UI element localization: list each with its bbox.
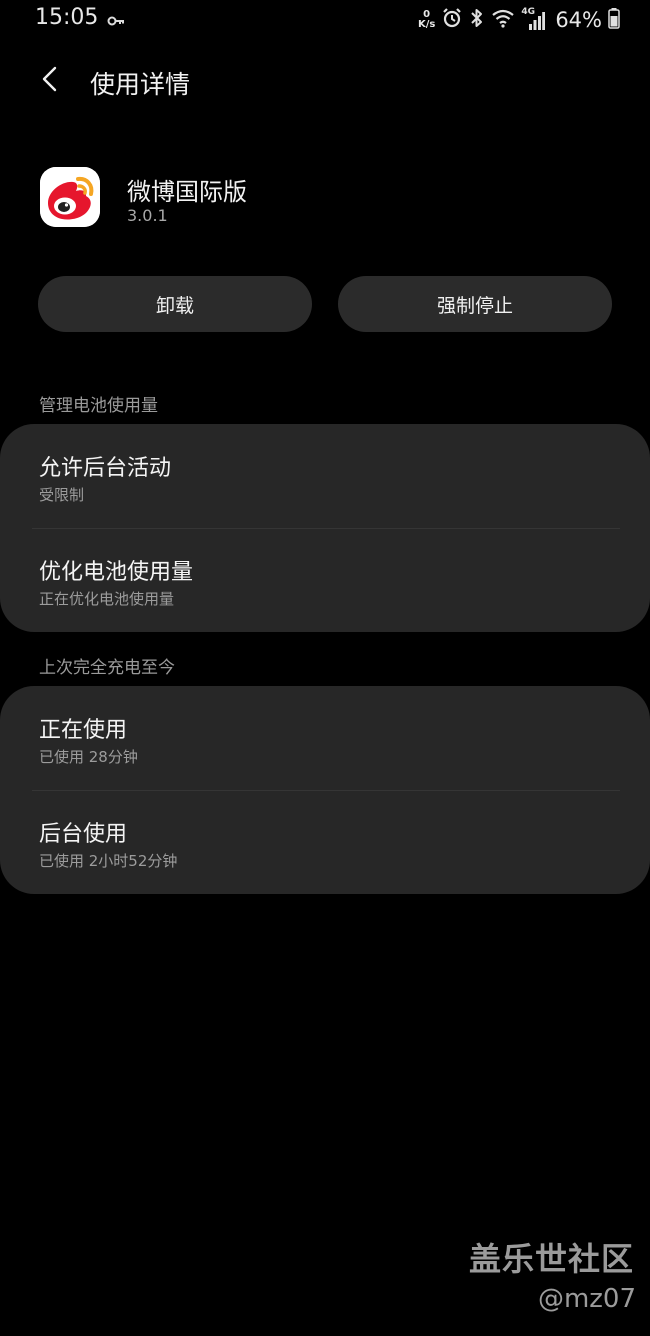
bluetooth-icon <box>469 7 485 33</box>
list-item-background-usage[interactable]: 后台使用 已使用 2小时52分钟 <box>0 790 650 894</box>
net-speed: 0 K/s <box>418 10 435 30</box>
usage-card: 正在使用 已使用 28分钟 后台使用 已使用 2小时52分钟 <box>0 686 650 894</box>
usage-section-header: 上次完全充电至今 <box>39 658 175 678</box>
item-subtitle: 正在优化电池使用量 <box>39 590 175 608</box>
back-button[interactable] <box>30 61 70 101</box>
item-subtitle: 已使用 2小时52分钟 <box>39 852 178 870</box>
key-icon <box>107 12 125 31</box>
uninstall-button[interactable]: 卸载 <box>38 276 312 332</box>
force-stop-button[interactable]: 强制停止 <box>338 276 612 332</box>
battery-section-header: 管理电池使用量 <box>39 396 158 416</box>
page-title: 使用详情 <box>90 70 191 99</box>
chevron-left-icon <box>40 65 60 97</box>
status-bar: 15:05 0 K/s 4G 64% <box>0 0 650 40</box>
status-time: 15:05 <box>35 5 99 30</box>
item-title: 优化电池使用量 <box>39 560 194 585</box>
battery-card: 允许后台活动 受限制 优化电池使用量 正在优化电池使用量 <box>0 424 650 632</box>
list-item-foreground-usage[interactable]: 正在使用 已使用 28分钟 <box>0 686 650 790</box>
status-icons: 0 K/s 4G 64% <box>418 6 620 34</box>
item-title: 允许后台活动 <box>39 456 172 481</box>
net-speed-unit: K/s <box>417 19 436 30</box>
item-title: 后台使用 <box>39 822 128 847</box>
battery-icon <box>608 7 620 33</box>
list-item-background-activity[interactable]: 允许后台活动 受限制 <box>0 424 650 528</box>
app-bar: 使用详情 <box>0 55 650 111</box>
watermark-brand: 盖乐世社区 <box>468 1240 634 1278</box>
watermark-user: @mz07 <box>537 1284 636 1314</box>
list-item-optimize-battery[interactable]: 优化电池使用量 正在优化电池使用量 <box>0 528 650 632</box>
signal-icon: 4G <box>521 7 546 31</box>
weibo-logo-icon <box>40 167 100 227</box>
app-version: 3.0.1 <box>127 206 168 225</box>
wifi-icon <box>491 8 515 32</box>
usage-details-screen: 15:05 0 K/s 4G 64% 使用详情 微博国际版 3.0.1 卸载 强… <box>0 0 650 1336</box>
app-name: 微博国际版 <box>127 178 247 206</box>
battery-percent: 64% <box>555 8 602 32</box>
item-title: 正在使用 <box>39 718 128 743</box>
item-subtitle: 已使用 28分钟 <box>39 748 138 766</box>
alarm-icon <box>441 7 463 33</box>
item-subtitle: 受限制 <box>39 486 85 504</box>
